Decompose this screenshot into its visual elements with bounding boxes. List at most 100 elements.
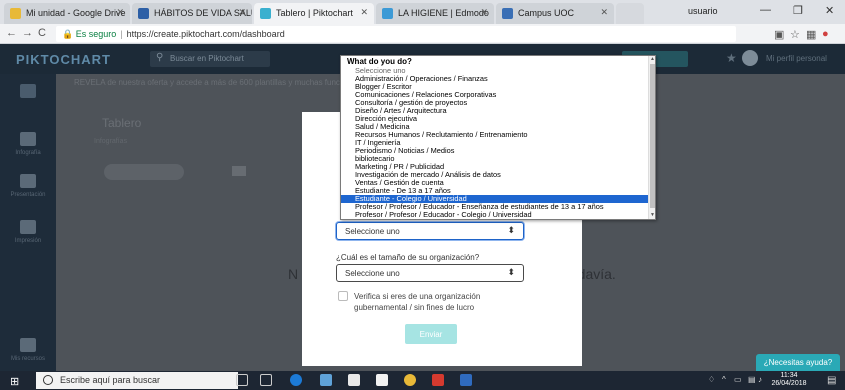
dropdown-option[interactable]: Administración / Operaciones / Finanzas: [341, 75, 649, 83]
role-select[interactable]: Seleccione uno ⬍: [336, 222, 524, 240]
volume-icon[interactable]: ♪: [758, 375, 762, 384]
piktochart-icon: [260, 8, 271, 19]
reload-icon[interactable]: C: [38, 27, 46, 39]
dropdown-option[interactable]: Blogger / Escritor: [341, 83, 649, 91]
dropdown-option[interactable]: Comunicaciones / Relaciones Corporativas: [341, 91, 649, 99]
dropdown-option[interactable]: Estudiante - De 13 a 17 años: [341, 187, 649, 195]
star-icon[interactable]: ★: [726, 51, 737, 65]
help-button[interactable]: ¿Necesitas ayuda?: [756, 354, 840, 371]
close-tab-icon[interactable]: ✕: [238, 7, 246, 18]
dropdown-option[interactable]: Recursos Humanos / Reclutamiento / Entre…: [341, 131, 649, 139]
network-icon[interactable]: ▭: [734, 375, 742, 384]
edmodo-icon: [382, 8, 393, 19]
dropdown-option[interactable]: Diseño / Artes / Arquitectura: [341, 107, 649, 115]
tray-chevron-icon[interactable]: ^: [722, 375, 726, 384]
search-icon: ⚲: [156, 52, 164, 63]
nonprofit-checkbox[interactable]: [338, 291, 348, 301]
windows-start-icon[interactable]: ⊞: [10, 375, 19, 388]
scroll-down-icon[interactable]: ▼: [649, 212, 655, 218]
sidebar-item-label: Infografía: [15, 150, 41, 156]
create-new-button[interactable]: [104, 164, 184, 180]
dropdown-option[interactable]: Salud / Medicina: [341, 123, 649, 131]
mail-icon[interactable]: [376, 374, 388, 386]
store-icon[interactable]: [348, 374, 360, 386]
resources-icon[interactable]: [20, 220, 36, 234]
new-tab-button[interactable]: [616, 3, 644, 24]
keyboard-icon[interactable]: ▤: [748, 375, 756, 384]
browser-tab-active[interactable]: Tablero | Piktochart ✕: [254, 3, 374, 24]
people-icon[interactable]: ♢: [708, 375, 715, 384]
dropdown-option[interactable]: Investigación de mercado / Análisis de d…: [341, 171, 649, 179]
user-menu[interactable]: Mi perfil personal: [766, 54, 827, 63]
submit-button[interactable]: Enviar: [405, 324, 457, 344]
maximize-icon[interactable]: ❐: [793, 4, 803, 17]
uoc-icon: [502, 8, 513, 19]
file-explorer-icon[interactable]: [320, 374, 332, 386]
acrobat-icon[interactable]: [432, 374, 444, 386]
microphone-icon[interactable]: [236, 374, 248, 386]
chrome-icon[interactable]: [404, 374, 416, 386]
browser-tab-strip: Mi unidad - Google Drive ✕ HÁBITOS DE VI…: [0, 0, 845, 24]
extension-icon[interactable]: ▦: [806, 28, 816, 41]
dropdown-option[interactable]: Ventas / Gestión de cuenta: [341, 179, 649, 187]
dropdown-option[interactable]: bibliotecario: [341, 155, 649, 163]
browser-tab[interactable]: LA HIGIENE | Edmodo ✕: [376, 3, 494, 24]
chevron-updown-icon: ⬍: [507, 225, 515, 235]
sidebar: Infografía Presentación Impresión Mis re…: [0, 74, 56, 371]
scroll-up-icon[interactable]: ▲: [649, 56, 655, 62]
org-size-label: ¿Cuál es el tamaño de su organización?: [336, 253, 480, 262]
close-window-icon[interactable]: ✕: [825, 4, 834, 17]
edge-icon[interactable]: [290, 374, 302, 386]
dropdown-option[interactable]: Profesor / Profesor / Educador - Enseñan…: [341, 203, 649, 211]
org-size-select[interactable]: Seleccione uno ⬍: [336, 264, 524, 282]
sidebar-item-label: Mis recursos: [10, 356, 45, 362]
my-resources-icon[interactable]: [20, 338, 36, 352]
address-bar[interactable]: 🔒 Es seguro | https://create.piktochart.co…: [56, 26, 736, 42]
profile-name[interactable]: usuario: [688, 6, 718, 16]
page-subtitle: Infografías: [94, 138, 128, 145]
print-icon[interactable]: [20, 174, 36, 188]
scrollbar-thumb[interactable]: [650, 64, 655, 208]
dropdown-heading: What do you do?: [347, 57, 412, 66]
browser-tab[interactable]: Campus UOC ✕: [496, 3, 614, 24]
extension-icon[interactable]: ●: [822, 28, 829, 40]
close-tab-icon[interactable]: ✕: [480, 7, 488, 18]
browser-tab[interactable]: Mi unidad - Google Drive ✕: [4, 3, 130, 24]
presentation-icon[interactable]: [20, 132, 36, 146]
dropdown-option[interactable]: Seleccione uno: [341, 67, 649, 75]
role-dropdown-list[interactable]: What do you do? Seleccione uno Administra…: [340, 55, 656, 220]
piktochart-logo[interactable]: PIKTOCHART: [16, 52, 111, 67]
dropdown-scrollbar[interactable]: ▲ ▼: [648, 56, 655, 219]
task-view-icon[interactable]: [260, 374, 272, 386]
url-text: https://create.piktochart.com/dashboard: [126, 29, 285, 39]
avatar[interactable]: [742, 50, 758, 66]
address-toolbar: ← → C 🔒 Es seguro | https://create.piktoch…: [0, 24, 845, 44]
dropdown-option[interactable]: Periodismo / Noticias / Medios: [341, 147, 649, 155]
browser-tab[interactable]: HÁBITOS DE VIDA SALUD ✕: [132, 3, 252, 24]
dropdown-option[interactable]: IT / Ingeniería: [341, 139, 649, 147]
back-icon[interactable]: ←: [6, 27, 17, 39]
infographic-icon[interactable]: [20, 84, 36, 98]
folder-icon: [232, 166, 246, 176]
taskbar-search-input[interactable]: Escribe aquí para buscar: [36, 372, 238, 389]
close-tab-icon[interactable]: ✕: [360, 7, 368, 18]
close-tab-icon[interactable]: ✕: [116, 7, 124, 18]
word-icon[interactable]: [460, 374, 472, 386]
cortana-icon: [43, 375, 53, 385]
forward-icon[interactable]: →: [22, 27, 33, 39]
dropdown-option[interactable]: Dirección ejecutiva: [341, 115, 649, 123]
translate-icon[interactable]: ▣: [774, 28, 784, 41]
dropdown-option[interactable]: Consultoría / gestión de proyectos: [341, 99, 649, 107]
dropdown-option[interactable]: Marketing / PR / Publicidad: [341, 163, 649, 171]
chevron-updown-icon: ⬍: [507, 267, 515, 277]
app-search-input[interactable]: ⚲ Buscar en Piktochart: [150, 51, 270, 67]
bookmark-star-icon[interactable]: ☆: [790, 28, 800, 41]
taskbar-clock[interactable]: 11:34 26/04/2018: [768, 372, 810, 388]
sidebar-item-label: Presentación: [10, 192, 46, 198]
notification-icon[interactable]: ▤: [827, 375, 836, 386]
nonprofit-checkbox-label: Verifica si eres de una organización gub…: [354, 292, 481, 312]
close-tab-icon[interactable]: ✕: [600, 7, 608, 18]
dropdown-option-selected[interactable]: Estudiante - Colegio / Universidad: [341, 195, 649, 203]
dropdown-option[interactable]: Profesor / Profesor / Educador - Colegio…: [341, 211, 649, 219]
minimize-icon[interactable]: —: [760, 4, 771, 16]
